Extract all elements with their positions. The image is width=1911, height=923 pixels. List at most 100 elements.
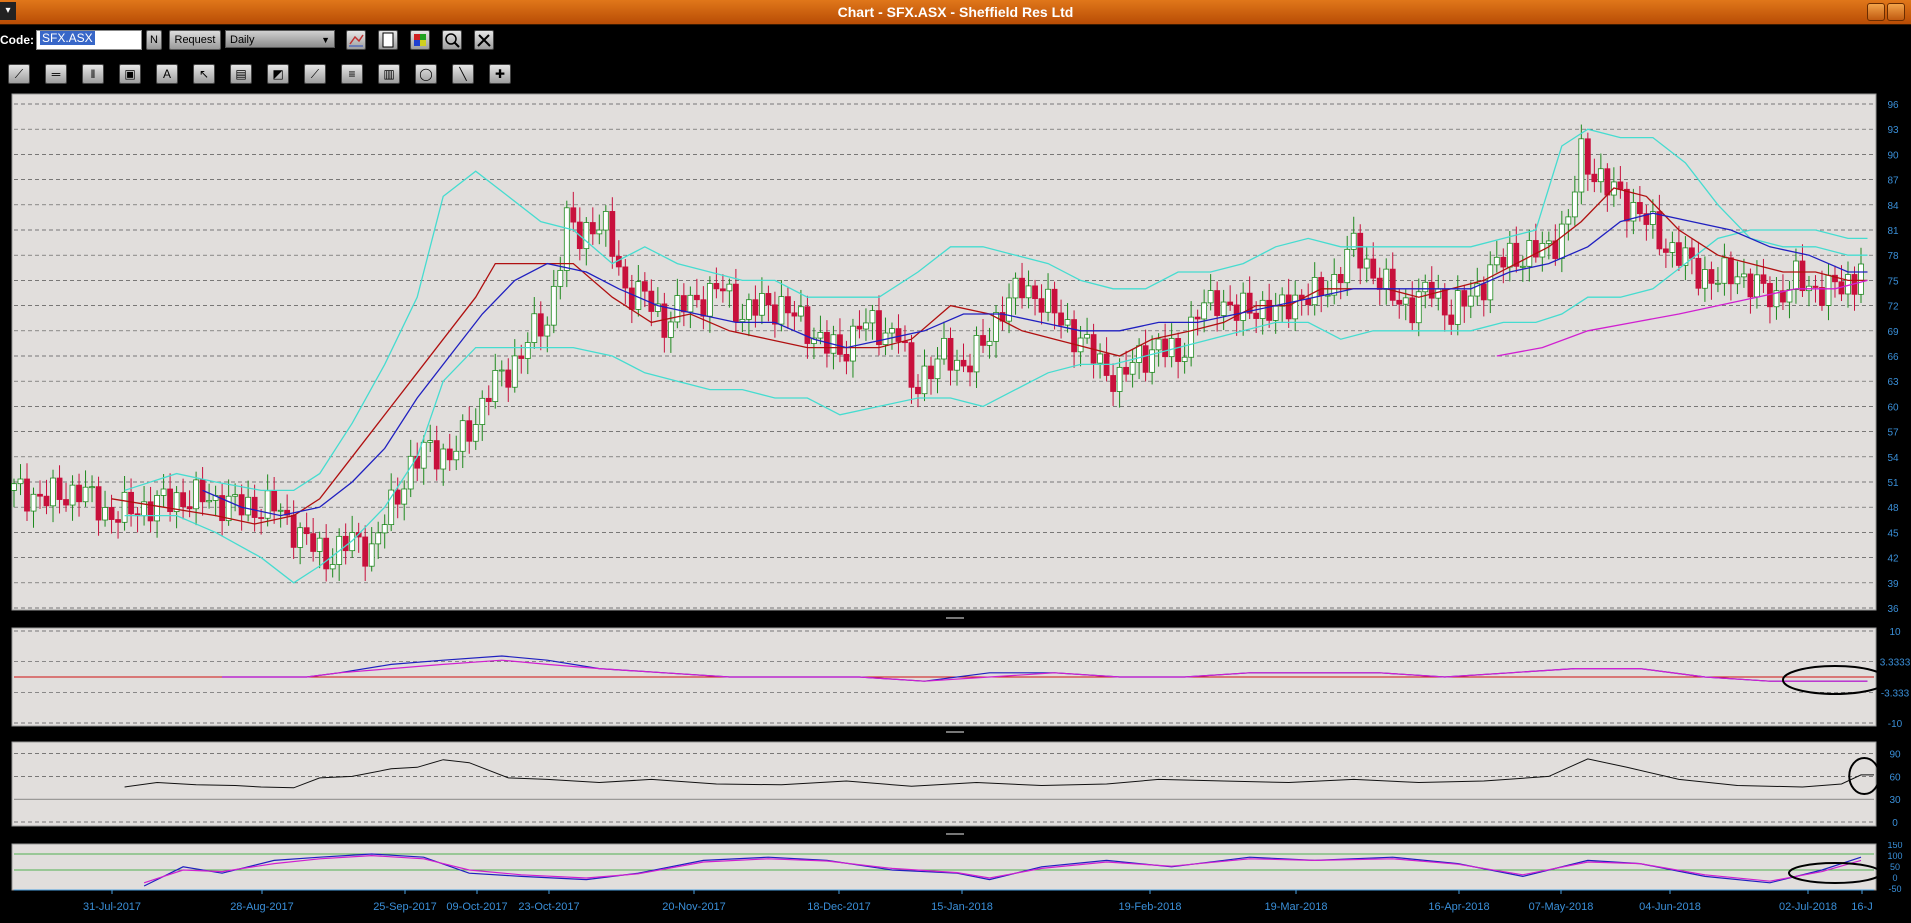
fib-tool-icon[interactable]: ≡: [341, 64, 363, 84]
trendline-tool-icon[interactable]: ⟋: [8, 64, 30, 84]
up-candle: [1363, 258, 1370, 269]
tools-icon[interactable]: [474, 30, 494, 50]
stochastic-axis-label: -50: [1888, 884, 1901, 894]
maximize-button[interactable]: [1887, 3, 1905, 21]
macd-axis-label: -10: [1888, 719, 1903, 728]
code-label: Code:: [0, 33, 34, 47]
macd-chart[interactable]: 10 3.3333 -3.333 -10: [0, 626, 1911, 728]
down-candle: [967, 365, 973, 373]
stochastic-chart[interactable]: 150100500-50 31-Jul-2017 28-Aug-2017 25-Sep…: [0, 842, 1911, 923]
down-candle: [928, 365, 934, 380]
date-axis-label: 16-Apr-2018: [1428, 901, 1489, 913]
period-select[interactable]: Daily ▼: [225, 30, 335, 48]
down-candle: [1227, 301, 1234, 306]
down-candle: [1662, 248, 1669, 253]
price-axis-label: 72: [1887, 302, 1899, 313]
colors-icon[interactable]: [410, 30, 430, 50]
up-candle: [921, 365, 928, 395]
down-candle: [1604, 168, 1611, 196]
down-candle: [108, 507, 115, 520]
up-candle: [1597, 168, 1604, 183]
request-button[interactable]: Request: [169, 30, 221, 50]
up-candle: [50, 477, 56, 507]
chart-style-icon[interactable]: [346, 30, 366, 50]
down-candle: [1285, 294, 1292, 320]
down-candle: [505, 369, 512, 388]
down-candle: [895, 328, 902, 342]
up-candle: [1467, 295, 1474, 307]
up-candle: [863, 322, 869, 330]
down-candle: [719, 288, 726, 292]
down-candle: [310, 533, 317, 552]
chevron-down-icon: ▼: [321, 35, 330, 45]
down-candle: [446, 448, 453, 461]
fan-tool-icon[interactable]: ⟋: [304, 64, 326, 84]
up-candle: [1136, 345, 1143, 363]
down-candle: [1656, 211, 1663, 250]
down-candle: [1032, 285, 1038, 300]
stochastic-axis-label: 150: [1887, 842, 1902, 850]
price-axis-label: 57: [1887, 428, 1899, 439]
fill-tool-icon[interactable]: ▤: [230, 64, 252, 84]
horizontal-line-tool-icon[interactable]: ═: [45, 64, 67, 84]
text-tool-icon[interactable]: A: [156, 64, 178, 84]
up-candle: [401, 488, 408, 505]
up-candle: [1012, 277, 1019, 299]
up-candle: [635, 281, 642, 310]
up-candle: [1045, 288, 1051, 313]
line-tool-icon[interactable]: ╲: [452, 64, 474, 84]
minimize-button[interactable]: [1867, 3, 1885, 21]
new-document-icon[interactable]: [378, 30, 398, 50]
panel-divider[interactable]: [0, 616, 1911, 620]
down-candle: [1708, 269, 1715, 284]
date-axis-label: 23-Oct-2017: [518, 901, 579, 913]
macd-axis-label: 10: [1889, 627, 1901, 638]
down-candle: [1428, 281, 1435, 299]
up-candle: [245, 496, 252, 516]
down-candle: [693, 294, 700, 301]
up-candle: [1240, 292, 1247, 321]
n-button[interactable]: N: [146, 30, 162, 50]
date-axis-label: 31-Jul-2017: [83, 901, 141, 913]
down-candle: [843, 354, 850, 362]
price-chart[interactable]: 96 93 90 87 84 81 78 75 72 69 66 63 60 57 54 51 48 45 42 39…: [0, 92, 1911, 612]
channel-tool-icon[interactable]: ◩: [267, 64, 289, 84]
ellipse-tool-icon[interactable]: ◯: [415, 64, 437, 84]
price-axis-label: 36: [1887, 604, 1899, 612]
price-axis-label: 66: [1887, 352, 1899, 363]
up-candle: [1715, 282, 1721, 285]
up-candle: [531, 313, 538, 343]
panel-divider[interactable]: [0, 832, 1911, 836]
up-candle: [232, 494, 239, 497]
zoom-icon[interactable]: [442, 30, 462, 50]
down-candle: [1357, 232, 1364, 269]
price-axis-label: 51: [1887, 478, 1899, 489]
panel-divider[interactable]: [0, 730, 1911, 734]
period-select-value: Daily: [230, 34, 255, 46]
down-candle: [323, 537, 330, 570]
up-candle: [206, 500, 213, 503]
up-candle: [1545, 240, 1552, 244]
up-candle: [420, 441, 427, 469]
up-candle: [193, 479, 199, 510]
text-box-tool-icon[interactable]: ▣: [119, 64, 141, 84]
code-input[interactable]: SFX.ASX: [36, 30, 142, 50]
up-candle: [1207, 290, 1214, 304]
cycle-tool-icon[interactable]: ▥: [378, 64, 400, 84]
select-tool-icon[interactable]: ↖: [193, 64, 215, 84]
down-candle: [1695, 257, 1702, 289]
up-candle: [1526, 240, 1533, 267]
price-axis-label: 69: [1887, 327, 1899, 338]
up-candle: [375, 532, 382, 545]
down-candle: [1051, 288, 1058, 314]
date-axis-label: 19-Mar-2018: [1265, 901, 1328, 913]
crosshair-tool-icon[interactable]: ✚: [489, 64, 511, 84]
up-candle: [1292, 294, 1299, 320]
up-candle: [602, 211, 609, 231]
vertical-lines-tool-icon[interactable]: ‖: [82, 64, 104, 84]
down-candle: [238, 494, 245, 516]
down-candle: [1389, 268, 1396, 301]
up-candle: [225, 495, 232, 522]
stochastic-axis-label: 0: [1892, 873, 1897, 883]
rsi-chart[interactable]: 90 60 30 0: [0, 740, 1911, 828]
